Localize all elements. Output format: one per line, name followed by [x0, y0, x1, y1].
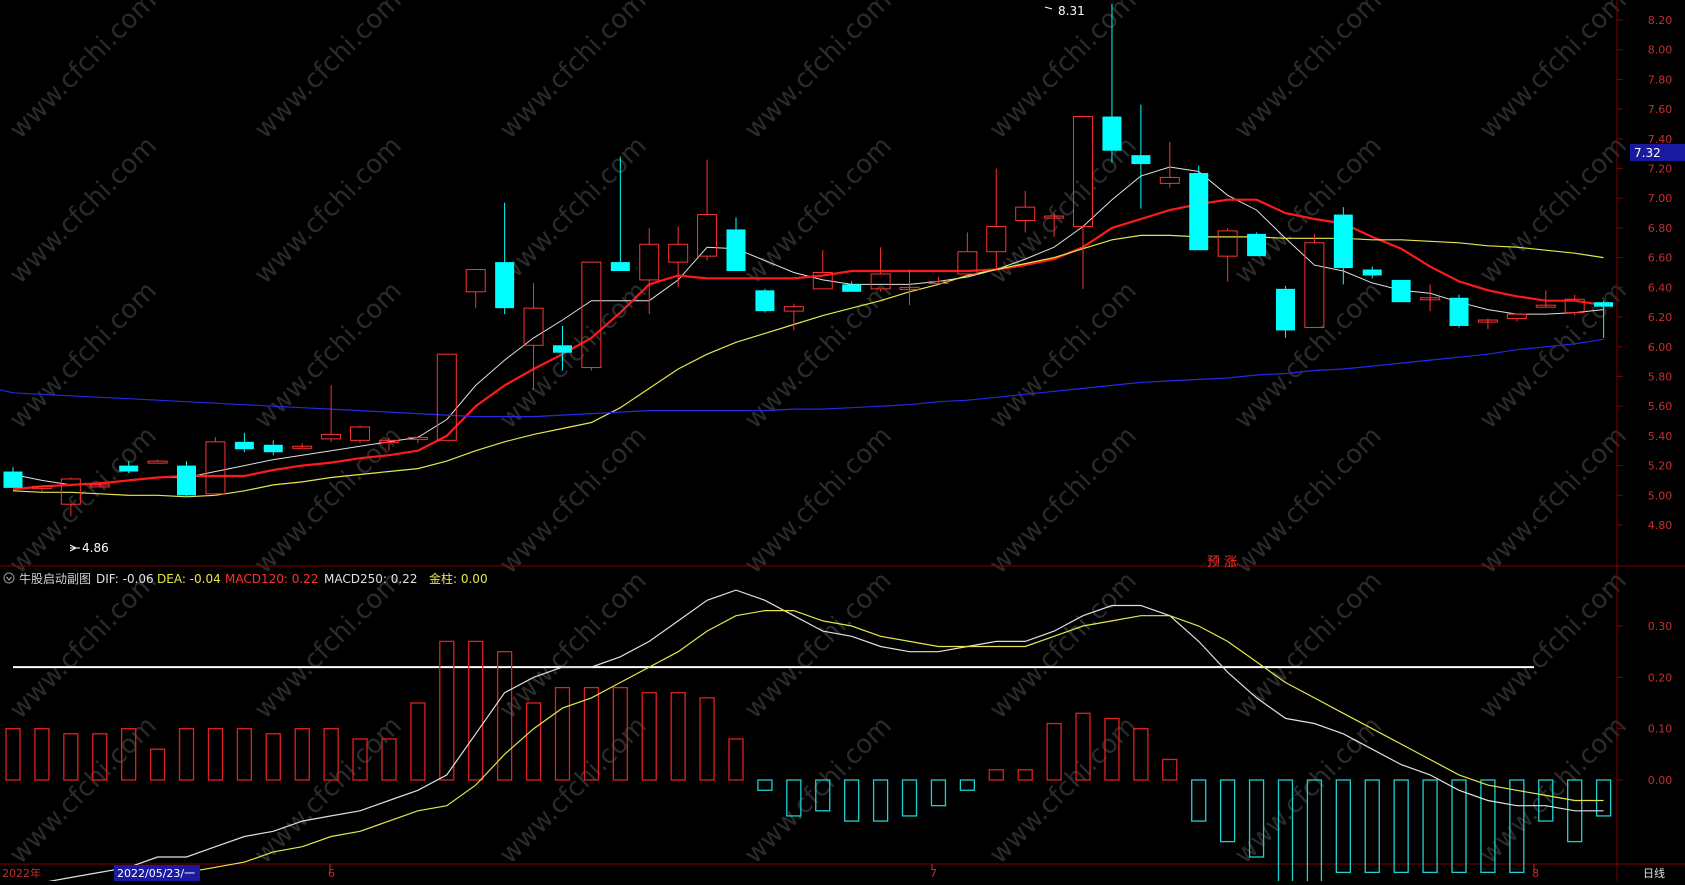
price-tick-label: 7.40 — [1648, 133, 1673, 146]
price-tick-label: 6.80 — [1648, 222, 1673, 235]
year-label: 2022年 — [2, 866, 41, 880]
current-price-tag: 7.32 — [1630, 144, 1685, 161]
indicator-tick-label: 0.20 — [1648, 671, 1673, 684]
candle-body — [610, 262, 630, 272]
candle-body — [1189, 172, 1209, 251]
chart-screen: www.cfchi.com www.cfchi.com www.cfchi.com w… — [0, 0, 1685, 885]
candle-body — [842, 284, 862, 292]
price-tick-label: 6.60 — [1648, 252, 1673, 265]
price-tick-label: 8.20 — [1648, 14, 1673, 27]
price-tick-label: 7.60 — [1648, 103, 1673, 116]
candle-body — [177, 465, 197, 496]
candle-body — [1131, 155, 1151, 165]
macd120-label: MACD120: 0.22 — [225, 572, 318, 586]
cursor-date: 2022/05/23/一 — [117, 867, 195, 880]
period-label[interactable]: 日线 — [1643, 866, 1665, 880]
price-tick-label: 8.00 — [1648, 44, 1673, 57]
price-tick-label: 5.20 — [1648, 460, 1673, 473]
price-tick-label: 7.00 — [1648, 192, 1673, 205]
indicator-tick-label: 0.10 — [1648, 723, 1673, 736]
candle-body — [234, 441, 254, 450]
candle — [177, 461, 197, 497]
price-tick-label: 5.40 — [1648, 430, 1673, 443]
candle-body — [495, 262, 515, 309]
candle-body — [1247, 233, 1267, 257]
indicator-tick-label: 0.30 — [1648, 620, 1673, 633]
price-tick-label: 5.00 — [1648, 489, 1673, 502]
candle-body — [3, 471, 23, 488]
candle-body — [1362, 269, 1382, 276]
price-tick-label: 4.80 — [1648, 519, 1673, 532]
price-tick-label: 7.20 — [1648, 163, 1673, 176]
macd250-label: MACD250: 0.22 — [324, 572, 417, 586]
price-tick-label: 6.40 — [1648, 281, 1673, 294]
high-annotation-text: 8.31 — [1058, 4, 1085, 18]
month-6-label: 6 — [328, 867, 335, 880]
candle — [1275, 285, 1295, 338]
candle — [1189, 165, 1209, 251]
price-tick-label: 6.00 — [1648, 341, 1673, 354]
indicator-header: 牛股启动副图 DIF: -0.06 DEA: -0.04 MACD120: 0.… — [3, 571, 488, 586]
candle — [755, 288, 775, 313]
price-tick-label: 5.60 — [1648, 400, 1673, 413]
month-8-label: 8 — [1532, 867, 1539, 880]
price-tick-label: 7.80 — [1648, 73, 1673, 86]
candle-body — [119, 465, 139, 472]
candle-body — [1449, 297, 1469, 326]
candle — [1247, 232, 1267, 257]
candle-body — [1102, 116, 1122, 151]
price-tick-label: 5.80 — [1648, 370, 1673, 383]
current-price-tag-text: 7.32 — [1634, 146, 1661, 160]
jinzhu-label: 金柱: 0.00 — [429, 571, 488, 586]
candle — [1449, 294, 1469, 328]
dea-label: DEA: -0.04 — [157, 572, 221, 586]
signal-text: 预 涨 — [1207, 555, 1237, 570]
low-annotation-text: 4.86 — [82, 541, 109, 555]
candle-body — [1333, 214, 1353, 269]
dif-label: DIF: -0.06 — [96, 572, 154, 586]
candle-body — [552, 345, 572, 353]
chart-canvas[interactable]: www.cfchi.com www.cfchi.com www.cfchi.com w… — [0, 0, 1685, 885]
month-7-label: 7 — [930, 867, 937, 880]
candle-body — [726, 229, 746, 272]
candle-body — [263, 444, 283, 453]
candle-body — [1391, 279, 1411, 303]
price-tick-label: 6.20 — [1648, 311, 1673, 324]
indicator-name[interactable]: 牛股启动副图 — [19, 571, 91, 586]
candle-body — [1594, 302, 1614, 307]
indicator-tick-label: 0.00 — [1648, 774, 1673, 787]
candle — [1391, 279, 1411, 303]
candle-body — [755, 290, 775, 312]
candle-body — [1275, 288, 1295, 331]
